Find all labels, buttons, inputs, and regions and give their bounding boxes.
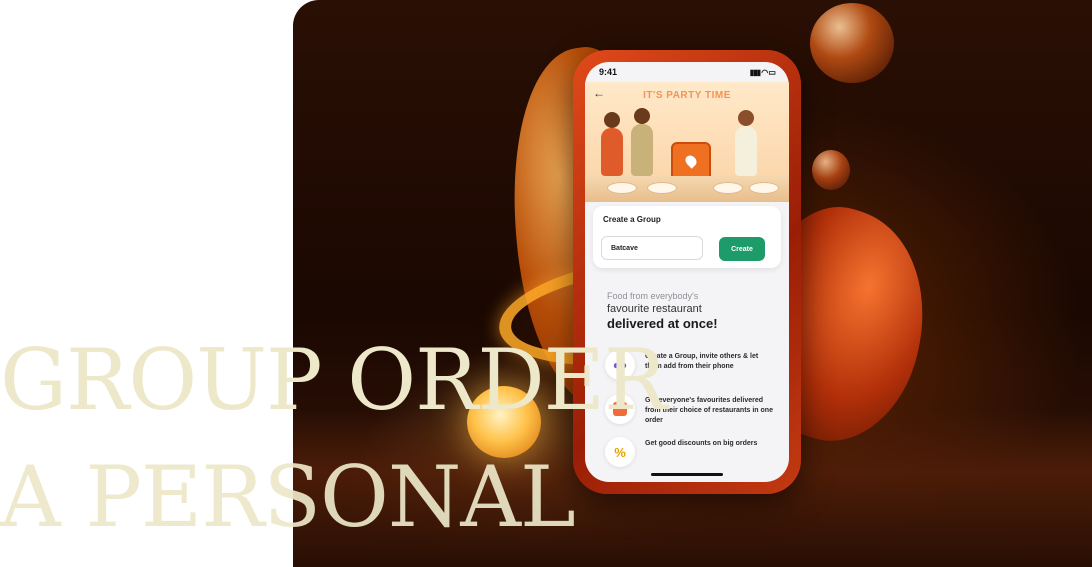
party-table [585, 176, 789, 202]
headline-line-2: A PERSONAL [0, 448, 576, 546]
food-plate [647, 182, 677, 194]
status-time: 9:41 [599, 67, 618, 77]
food-plate [713, 182, 743, 194]
create-group-title: Create a Group [603, 215, 661, 224]
feature-text: Get good discounts on big orders [645, 440, 758, 447]
party-banner: ← IT'S PARTY TIME [585, 82, 789, 202]
tagline-line-2: favourite restaurant [607, 303, 702, 315]
glass-bubble-large [810, 3, 894, 83]
status-bar: 9:41 ▮▮▮ ◠ ▭ [585, 62, 789, 82]
illustration-person [735, 110, 757, 176]
create-group-card: Create a Group Create [593, 206, 781, 268]
illustration-person [631, 108, 653, 176]
home-indicator [651, 473, 723, 476]
headline-line-1: GROUP ORDER [0, 331, 667, 429]
food-plate [749, 182, 779, 194]
percent-icon: % [605, 437, 635, 467]
tagline-line-1: Food from everybody's [607, 291, 699, 301]
group-name-input[interactable] [601, 236, 703, 260]
location-pin-icon [683, 153, 699, 169]
food-plate [607, 182, 637, 194]
signal-wifi-battery-icon: ▮▮▮ ◠ ▭ [749, 67, 776, 77]
illustration-person [601, 112, 623, 176]
tagline: Food from everybody's favourite restaura… [607, 290, 777, 332]
banner-title: IT'S PARTY TIME [643, 90, 731, 101]
tagline-line-3: delivered at once! [607, 316, 718, 331]
glass-bubble-small [812, 150, 850, 190]
create-button[interactable]: Create [719, 237, 765, 261]
feature-item: % Get good discounts on big orders [605, 435, 775, 469]
